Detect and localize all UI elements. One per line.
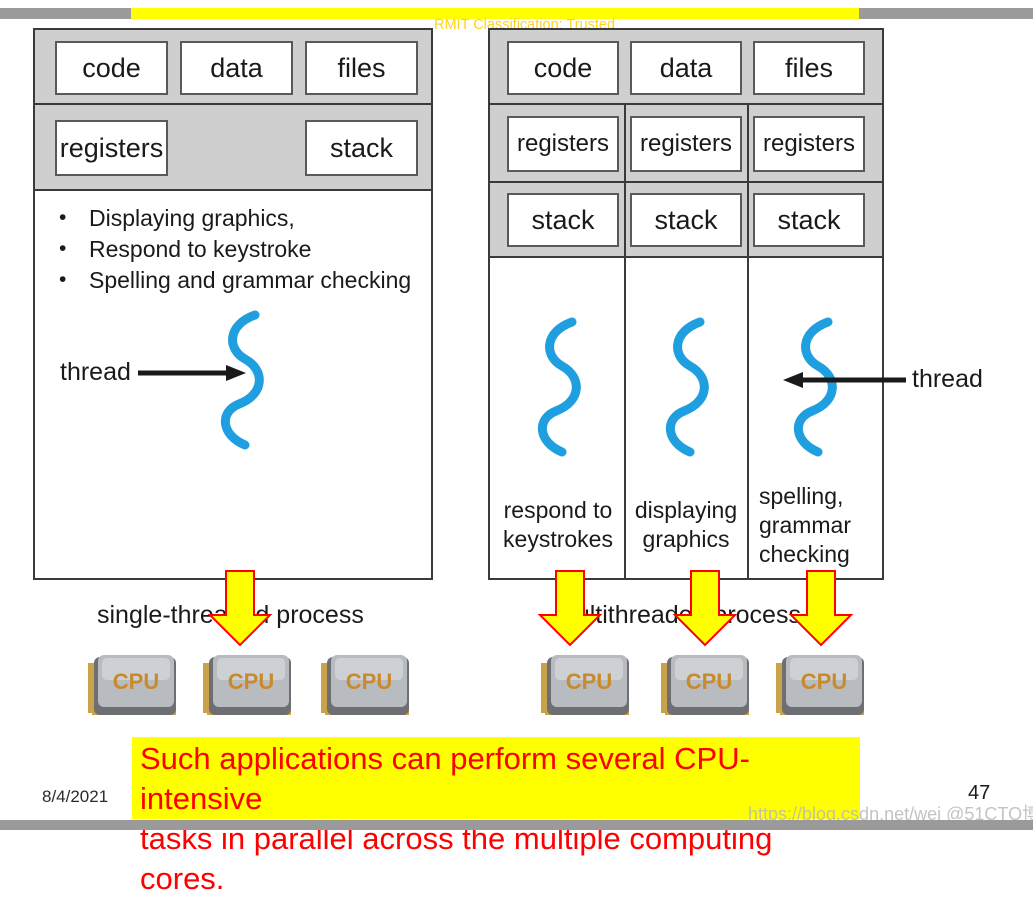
thread-arrow-icon — [783, 372, 906, 388]
multi-stacks-row: stack stack stack — [490, 183, 882, 258]
column-divider — [624, 105, 626, 183]
multi-task-caption: displaying graphics — [634, 497, 738, 552]
column-divider — [747, 105, 749, 183]
multi-task-caption: spelling, grammar checking — [759, 483, 852, 567]
svg-text:CPU: CPU — [228, 669, 274, 694]
single-threaded-process-block: code data files registers stack Displayi… — [33, 28, 433, 580]
multi-cell-files: files — [753, 41, 865, 95]
multi-thread-area: respond to keystrokes displaying graphic… — [490, 258, 882, 578]
multi-cell-stack: stack — [630, 193, 742, 247]
column-divider — [747, 258, 749, 578]
multi-cell-data: data — [630, 41, 742, 95]
multi-task-caption: respond to keystrokes — [503, 497, 613, 552]
single-bullet-list: Displaying graphics, Respond to keystrok… — [45, 202, 411, 296]
svg-text:CPU: CPU — [346, 669, 392, 694]
svg-text:CPU: CPU — [801, 669, 847, 694]
single-memory-row: code data files — [35, 30, 431, 105]
cpu-chip-icon: CPU — [203, 655, 291, 715]
slide-canvas: RMIT Classification: Trusted code data f… — [0, 0, 1033, 896]
down-arrow-icon — [537, 570, 603, 647]
cpu-chip-icon: CPU — [661, 655, 749, 715]
bottom-gray-bar — [0, 820, 1033, 830]
single-thread-label: thread — [60, 358, 131, 386]
multi-thread-label: thread — [912, 365, 983, 393]
thread-squiggle-icon — [537, 317, 581, 457]
multi-registers-row: registers registers registers — [490, 105, 882, 183]
summary-line-2: tasks in parallel across the multiple co… — [140, 821, 773, 896]
multi-cell-code: code — [507, 41, 619, 95]
multi-cell-registers: registers — [507, 116, 619, 172]
bullet-item: Respond to keystroke — [45, 233, 411, 265]
single-cell-code: code — [55, 41, 168, 95]
multi-cell-stack: stack — [753, 193, 865, 247]
bullet-item: Displaying graphics, — [45, 202, 411, 234]
down-arrow-icon — [207, 570, 273, 647]
single-state-row: registers stack — [35, 105, 431, 191]
summary-banner-text: Such applications can perform several CP… — [140, 739, 854, 899]
svg-text:CPU: CPU — [566, 669, 612, 694]
single-cell-stack: stack — [305, 120, 418, 176]
multi-memory-row: code data files — [490, 30, 882, 105]
down-arrow-icon — [788, 570, 854, 647]
svg-text:CPU: CPU — [686, 669, 732, 694]
multi-cell-stack: stack — [507, 193, 619, 247]
thread-arrow-icon — [138, 365, 246, 381]
single-cell-registers: registers — [55, 120, 168, 176]
cpu-chip-icon: CPU — [776, 655, 864, 715]
thread-squiggle-icon — [665, 317, 709, 457]
single-thread-area: Displaying graphics, Respond to keystrok… — [35, 191, 431, 578]
down-arrow-icon — [672, 570, 738, 647]
multi-cell-registers: registers — [630, 116, 742, 172]
summary-line-1: Such applications can perform several CP… — [140, 741, 750, 816]
cpu-chip-icon: CPU — [88, 655, 176, 715]
multithreaded-process-block: code data files registers registers regi… — [488, 28, 884, 580]
svg-text:CPU: CPU — [113, 669, 159, 694]
multi-cell-registers: registers — [753, 116, 865, 172]
column-divider — [747, 183, 749, 258]
single-cell-data: data — [180, 41, 293, 95]
column-divider — [624, 183, 626, 258]
bullet-item: Spelling and grammar checking — [45, 264, 411, 296]
slide-date: 8/4/2021 — [42, 787, 109, 806]
single-cell-files: files — [305, 41, 418, 95]
cpu-chip-icon: CPU — [541, 655, 629, 715]
cpu-chip-icon: CPU — [321, 655, 409, 715]
